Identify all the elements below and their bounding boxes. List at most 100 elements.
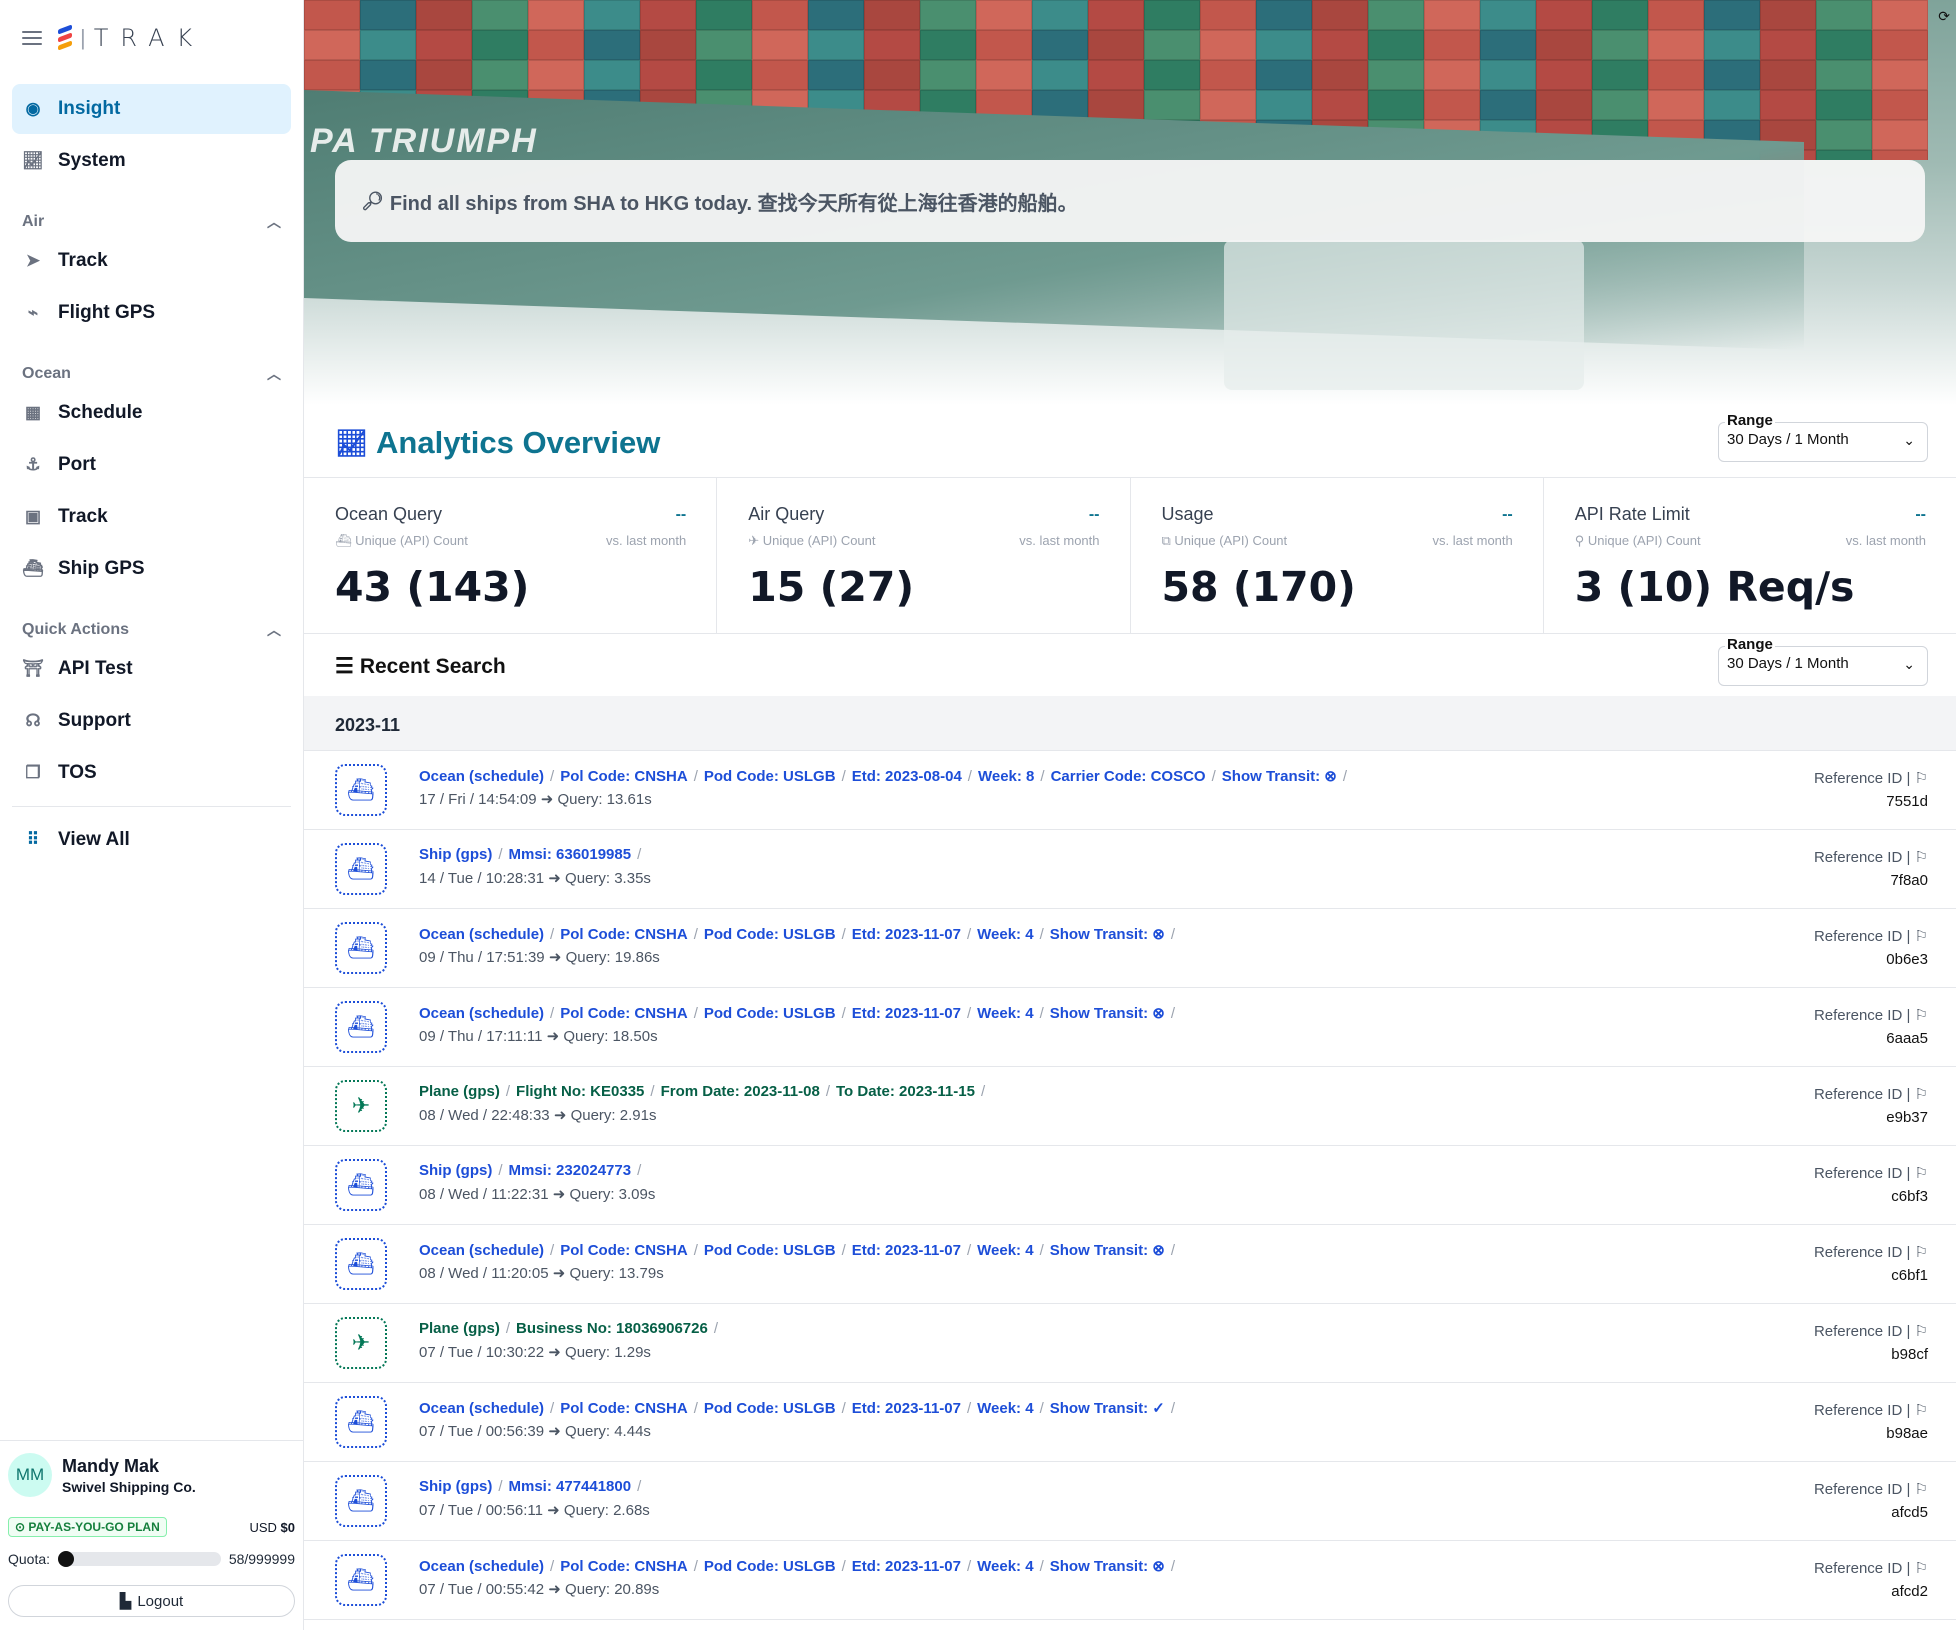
reference-id[interactable]: c6bf3: [1891, 1188, 1928, 1205]
ship-icon[interactable]: ⛴︎: [335, 1475, 387, 1527]
search-param[interactable]: Show Transit: ⊗: [1050, 1558, 1165, 1575]
ship-icon[interactable]: ⛴︎: [335, 764, 387, 816]
flag-icon[interactable]: ⚐: [1915, 1402, 1928, 1419]
flag-icon[interactable]: ⚐: [1915, 1323, 1928, 1340]
search-param[interactable]: Pod Code: USLGB: [704, 1400, 836, 1417]
list-item[interactable]: ⛴︎ Ocean (schedule) / Pol Code: CNSHA / Pod C…: [304, 1383, 1956, 1462]
search-param[interactable]: Show Transit: ⊗: [1050, 926, 1165, 943]
search-param[interactable]: Week: 4: [977, 1005, 1033, 1022]
nav-tos[interactable]: ❐ TOS: [12, 748, 291, 798]
list-item[interactable]: ✈︎ Plane (gps) / Flight No: KE0335/From Dat…: [304, 1067, 1956, 1146]
flag-icon[interactable]: ⚐: [1915, 1086, 1928, 1103]
search-param[interactable]: Pod Code: USLGB: [704, 1005, 836, 1022]
reference-id[interactable]: 6aaa5: [1886, 1030, 1928, 1047]
list-item[interactable]: ⛴︎ Ocean (schedule) / Pol Code: CNSHA / Pod C…: [304, 1225, 1956, 1304]
ship-icon[interactable]: ⛴︎: [335, 843, 387, 895]
search-param[interactable]: Etd: 2023-11-07: [852, 1400, 961, 1417]
nav-view-all[interactable]: ⠿ View All: [12, 815, 291, 865]
search-param[interactable]: Pol Code: CNSHA: [560, 768, 688, 785]
flag-icon[interactable]: ⚐: [1915, 770, 1928, 787]
search-param[interactable]: Pod Code: USLGB: [704, 1558, 836, 1575]
nav-schedule[interactable]: ▦ Schedule: [12, 388, 291, 438]
search-param[interactable]: Week: 4: [977, 1558, 1033, 1575]
nav-insight[interactable]: ◉ Insight: [12, 84, 291, 134]
search-param[interactable]: Ocean (schedule): [419, 1242, 544, 1259]
search-param[interactable]: Pod Code: USLGB: [704, 1242, 836, 1259]
search-param[interactable]: Ocean (schedule): [419, 768, 544, 785]
search-param[interactable]: Week: 4: [977, 1400, 1033, 1417]
nav-support[interactable]: ☊ Support: [12, 696, 291, 746]
reference-id[interactable]: c6bf1: [1891, 1267, 1928, 1284]
search-param[interactable]: Ocean (schedule): [419, 1005, 544, 1022]
search-param[interactable]: Etd: 2023-11-07: [852, 1242, 961, 1259]
ship-icon[interactable]: ⛴︎: [335, 922, 387, 974]
reference-id[interactable]: afcd5: [1891, 1504, 1928, 1521]
nav-flight-gps[interactable]: ⌁ Flight GPS: [12, 288, 291, 338]
nav-api-test[interactable]: ⛩︎ API Test: [12, 644, 291, 694]
list-item[interactable]: ✈︎ Plane (gps) / Business No: 18036906726/0…: [304, 1304, 1956, 1383]
nav-ocean-track[interactable]: ▣ Track: [12, 492, 291, 542]
flag-icon[interactable]: ⚐: [1915, 1244, 1928, 1261]
avatar[interactable]: MM: [8, 1453, 52, 1497]
reference-id[interactable]: 7551d: [1886, 793, 1928, 810]
search-param[interactable]: Show Transit: ✓: [1050, 1400, 1165, 1417]
nav-system[interactable]: 📈︎ System: [12, 136, 291, 186]
chevron-up-icon[interactable]: ︿: [267, 620, 281, 640]
search-param[interactable]: Etd: 2023-11-07: [852, 1558, 961, 1575]
plane-icon[interactable]: ✈︎: [335, 1080, 387, 1132]
section-air[interactable]: Air ︿: [12, 188, 291, 236]
chevron-up-icon[interactable]: ︿: [267, 364, 281, 384]
list-item[interactable]: ⛴︎ Ship (gps) / Mmsi: 477441800/07 / Tue / …: [304, 1462, 1956, 1541]
search-param[interactable]: Pol Code: CNSHA: [560, 1005, 688, 1022]
search-param[interactable]: Pol Code: CNSHA: [560, 1242, 688, 1259]
nav-ship-gps[interactable]: ⛴︎ Ship GPS: [12, 544, 291, 594]
search-param[interactable]: Ship (gps): [419, 1162, 492, 1179]
search-param[interactable]: Week: 4: [977, 1242, 1033, 1259]
list-item[interactable]: ⛴︎ Ocean (schedule) / Pol Code: CNSHA / Pod C…: [304, 751, 1956, 830]
plane-icon[interactable]: ✈︎: [335, 1317, 387, 1369]
search-param[interactable]: Ocean (schedule): [419, 1558, 544, 1575]
reference-id[interactable]: b98cf: [1891, 1346, 1928, 1363]
list-item[interactable]: ⛴︎ Ship (gps) / Mmsi: 636019985/14 / Tue / …: [304, 830, 1956, 909]
ship-icon[interactable]: ⛴︎: [335, 1554, 387, 1606]
search-param[interactable]: Ocean (schedule): [419, 926, 544, 943]
search-param[interactable]: Mmsi: 477441800: [509, 1478, 632, 1495]
reference-id[interactable]: afcd2: [1891, 1583, 1928, 1600]
search-param[interactable]: Plane (gps): [419, 1320, 500, 1337]
search-param[interactable]: Mmsi: 232024773: [509, 1162, 632, 1179]
reference-id[interactable]: 7f8a0: [1890, 872, 1928, 889]
list-item[interactable]: ⛴︎ Ship (gps) / Mmsi: 232024773/08 / Wed / …: [304, 1146, 1956, 1225]
ship-icon[interactable]: ⛴︎: [335, 1159, 387, 1211]
list-item[interactable]: ⛴︎ Ocean (schedule) / Pol Code: CNSHA / Pod C…: [304, 909, 1956, 988]
search-param[interactable]: Etd: 2023-11-07: [852, 1005, 961, 1022]
search-param[interactable]: Ship (gps): [419, 846, 492, 863]
search-param[interactable]: Ship (gps): [419, 1478, 492, 1495]
chevron-up-icon[interactable]: ︿: [267, 212, 281, 232]
search-param[interactable]: Mmsi: 636019985: [509, 846, 632, 863]
search-bar[interactable]: 🔎︎ Find all ships from SHA to HKG today.…: [335, 160, 1925, 242]
search-param[interactable]: Pol Code: CNSHA: [560, 1558, 688, 1575]
search-input[interactable]: Find all ships from SHA to HKG today. 查找…: [390, 187, 1078, 216]
search-param[interactable]: Etd: 2023-11-07: [852, 926, 961, 943]
logo[interactable]: | TRAK: [58, 24, 204, 52]
search-param[interactable]: Etd: 2023-08-04: [852, 768, 962, 785]
search-param[interactable]: Week: 4: [977, 926, 1033, 943]
search-param[interactable]: Pol Code: CNSHA: [560, 926, 688, 943]
search-param[interactable]: Show Transit: ⊗: [1050, 1005, 1165, 1022]
search-param[interactable]: Pol Code: CNSHA: [560, 1400, 688, 1417]
search-param[interactable]: Plane (gps): [419, 1083, 500, 1100]
flag-icon[interactable]: ⚐: [1915, 928, 1928, 945]
flag-icon[interactable]: ⚐: [1915, 849, 1928, 866]
logout-button[interactable]: ▙ Logout: [8, 1585, 295, 1617]
refresh-icon[interactable]: ⟳: [1938, 8, 1950, 25]
user-row[interactable]: MM Mandy Mak Swivel Shipping Co.: [8, 1451, 295, 1499]
reference-id[interactable]: b98ae: [1886, 1425, 1928, 1442]
nav-air-track[interactable]: ➤ Track: [12, 236, 291, 286]
search-param[interactable]: Ocean (schedule): [419, 1400, 544, 1417]
section-ocean[interactable]: Ocean ︿: [12, 340, 291, 388]
reference-id[interactable]: 0b6e3: [1886, 951, 1928, 968]
search-param[interactable]: Show Transit: ⊗: [1222, 768, 1337, 785]
flag-icon[interactable]: ⚐: [1915, 1165, 1928, 1182]
search-param[interactable]: Pod Code: USLGB: [704, 926, 836, 943]
recent-range-select[interactable]: Range 30 Days / 1 Month ⌄: [1718, 636, 1928, 686]
